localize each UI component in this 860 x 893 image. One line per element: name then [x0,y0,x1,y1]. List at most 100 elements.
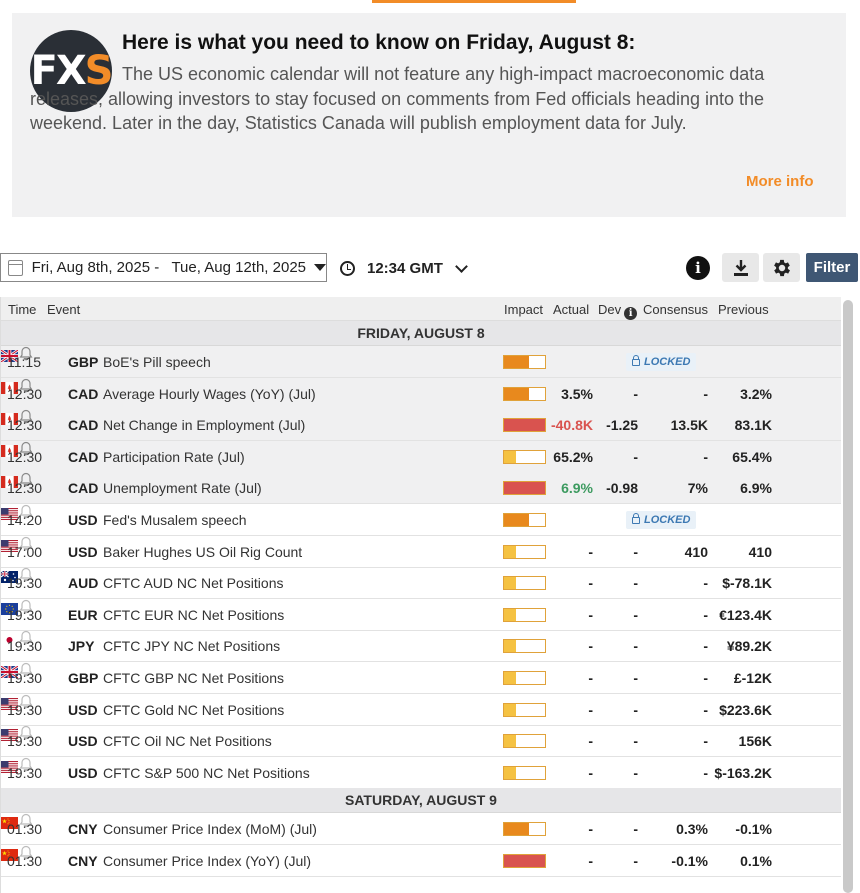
event-name[interactable]: Consumer Price Index (YoY) (Jul) [103,853,311,869]
date-range-text: Fri, Aug 8th, 2025 - Tue, Aug 12th, 2025 [31,259,306,276]
table-row[interactable]: 19:30 EUR CFTC EUR NC Net Positions - - - €123… [1,599,841,631]
event-name[interactable]: BoE's Pill speech [103,354,211,370]
event-name[interactable]: CFTC S&P 500 NC Net Positions [103,765,310,781]
table-row[interactable]: 17:00 USD Baker Hughes US Oil Rig Count - - 4… [1,536,841,568]
event-name[interactable]: CFTC JPY NC Net Positions [103,638,280,654]
event-time: 19:30 [7,701,43,718]
consensus-value: - [703,733,708,750]
table-row[interactable]: 19:30 AUD CFTC AUD NC Net Positions - - - $-78… [0,567,841,600]
deviation-value: - [633,670,638,686]
download-button[interactable] [722,253,759,282]
impact-bar-fill [504,823,530,836]
currency-code: GBP [68,670,99,686]
event-name[interactable]: Participation Rate (Jul) [103,449,245,465]
actual-value: - [588,733,593,750]
event-name[interactable]: CFTC AUD NC Net Positions [103,575,283,591]
impact-bar-fill [504,450,517,463]
currency-code: USD [68,512,98,528]
impact-bar-fill [504,608,517,621]
consensus-value: - [703,701,708,718]
impact-bar [503,671,546,685]
info-icon[interactable]: i [686,256,710,280]
timezone-selector[interactable]: 12:34 GMT [340,259,468,277]
scrollbar[interactable] [843,300,853,893]
locked-badge[interactable]: LOCKED [626,353,697,371]
currency-code: GBP [68,354,99,370]
table-row[interactable]: 19:30 USD CFTC Oil NC Net Positions - - - 156K [1,725,841,758]
event-time: 12:30 [7,480,43,497]
event-name[interactable]: CFTC Oil NC Net Positions [103,733,272,749]
impact-bar [503,607,546,622]
table-row[interactable]: 11:15 GBP BoE's Pill speech LOCKED [0,346,841,378]
table-row[interactable]: 14:20 USD Fed's Musalem speech LOCKED [1,504,841,536]
event-name[interactable]: Fed's Musalem speech [103,512,247,528]
event-name[interactable]: Net Change in Employment (Jul) [103,417,305,433]
previous-value: $-163.2K [714,764,772,781]
actual-value: - [588,543,593,560]
event-name[interactable]: CFTC GBP NC Net Positions [103,670,284,686]
table-row[interactable]: 19:30 JPY CFTC JPY NC Net Positions - - - ¥89.… [1,630,841,663]
current-time: 12:34 GMT [367,260,443,277]
impact-bar-fill [504,855,545,867]
previous-value: ¥89.2K [726,638,772,655]
event-name[interactable]: Average Hourly Wages (YoY) (Jul) [103,386,316,402]
table-row[interactable]: 01:30 CNY Consumer Price Index (YoY) (Jul)… [1,845,841,877]
actual-value: - [588,638,593,655]
consensus-value: - [703,606,708,623]
currency-code: CAD [68,480,99,497]
col-actual: Actual [553,302,590,317]
chevron-down-icon [454,259,468,273]
impact-bar [503,765,546,780]
table-row[interactable]: 19:30 GBP CFTC GBP NC Net Positions - - - £-12… [0,662,841,694]
previous-value: 83.1K [734,417,772,434]
table-row[interactable]: 19:30 USD CFTC S&P 500 NC Net Positions - - -… [1,757,841,789]
deviation-value: - [633,575,638,592]
briefing-title: Here is what you need to know on Friday,… [122,31,636,54]
table-row[interactable]: 19:30 USD CFTC Gold NC Net Positions - - - $22… [1,694,841,726]
event-time: 12:30 [7,448,43,465]
event-time: 11:15 [7,354,41,370]
deviation-value: - [633,638,638,655]
table-row[interactable]: 12:30 CAD Unemployment Rate (Jul) 6.9% -0.98… [1,472,841,505]
event-name[interactable]: CFTC EUR NC Net Positions [103,607,284,623]
event-time: 01:30 [7,821,43,838]
filter-button[interactable]: Filter [806,253,858,282]
event-name[interactable]: Baker Hughes US Oil Rig Count [103,544,302,560]
previous-value: 3.2% [740,385,772,402]
impact-bar-fill [504,387,530,400]
table-row[interactable]: 01:30 CNY Consumer Price Index (MoM) (Jul)… [1,813,841,846]
previous-value: £-12K [733,670,772,686]
date-range-picker[interactable]: Fri, Aug 8th, 2025 - Tue, Aug 12th, 2025 [0,253,327,282]
consensus-value: - [703,448,708,465]
locked-badge[interactable]: LOCKED [626,511,697,529]
event-time: 17:00 [7,543,43,560]
impact-bar-fill [504,545,517,558]
impact-bar [503,544,546,559]
consensus-value: 410 [684,543,708,560]
deviation-value: - [633,701,638,718]
deviation-value: - [633,448,638,465]
event-time: 19:30 [7,764,43,781]
actual-value: 6.9% [561,480,593,497]
impact-bar [503,449,546,464]
day-header: SATURDAY, AUGUST 9 [1,788,841,814]
deviation-value: - [633,385,638,402]
impact-bar [503,355,546,369]
previous-value: €123.4K [719,606,772,623]
event-time: 14:20 [7,512,43,528]
settings-button[interactable] [763,253,800,282]
table-row[interactable]: 12:30 CAD Participation Rate (Jul) 65.2% - - 6… [1,440,841,473]
event-name[interactable]: Unemployment Rate (Jul) [103,480,262,496]
previous-value: $223.6K [719,701,772,718]
impact-bar [503,822,546,837]
event-name[interactable]: Consumer Price Index (MoM) (Jul) [103,821,317,837]
more-info-link[interactable]: More info [746,173,814,190]
info-icon[interactable]: i [624,307,638,320]
consensus-value: -0.1% [671,853,708,869]
table-row[interactable]: 12:30 CAD Net Change in Employment (Jul) -4… [1,409,841,442]
impact-bar-fill [504,419,545,432]
actual-value: - [588,606,593,623]
event-name[interactable]: CFTC Gold NC Net Positions [103,702,284,718]
table-row[interactable]: 12:30 CAD Average Hourly Wages (YoY) (Jul)… [1,377,841,410]
previous-value: 0.1% [740,853,772,869]
